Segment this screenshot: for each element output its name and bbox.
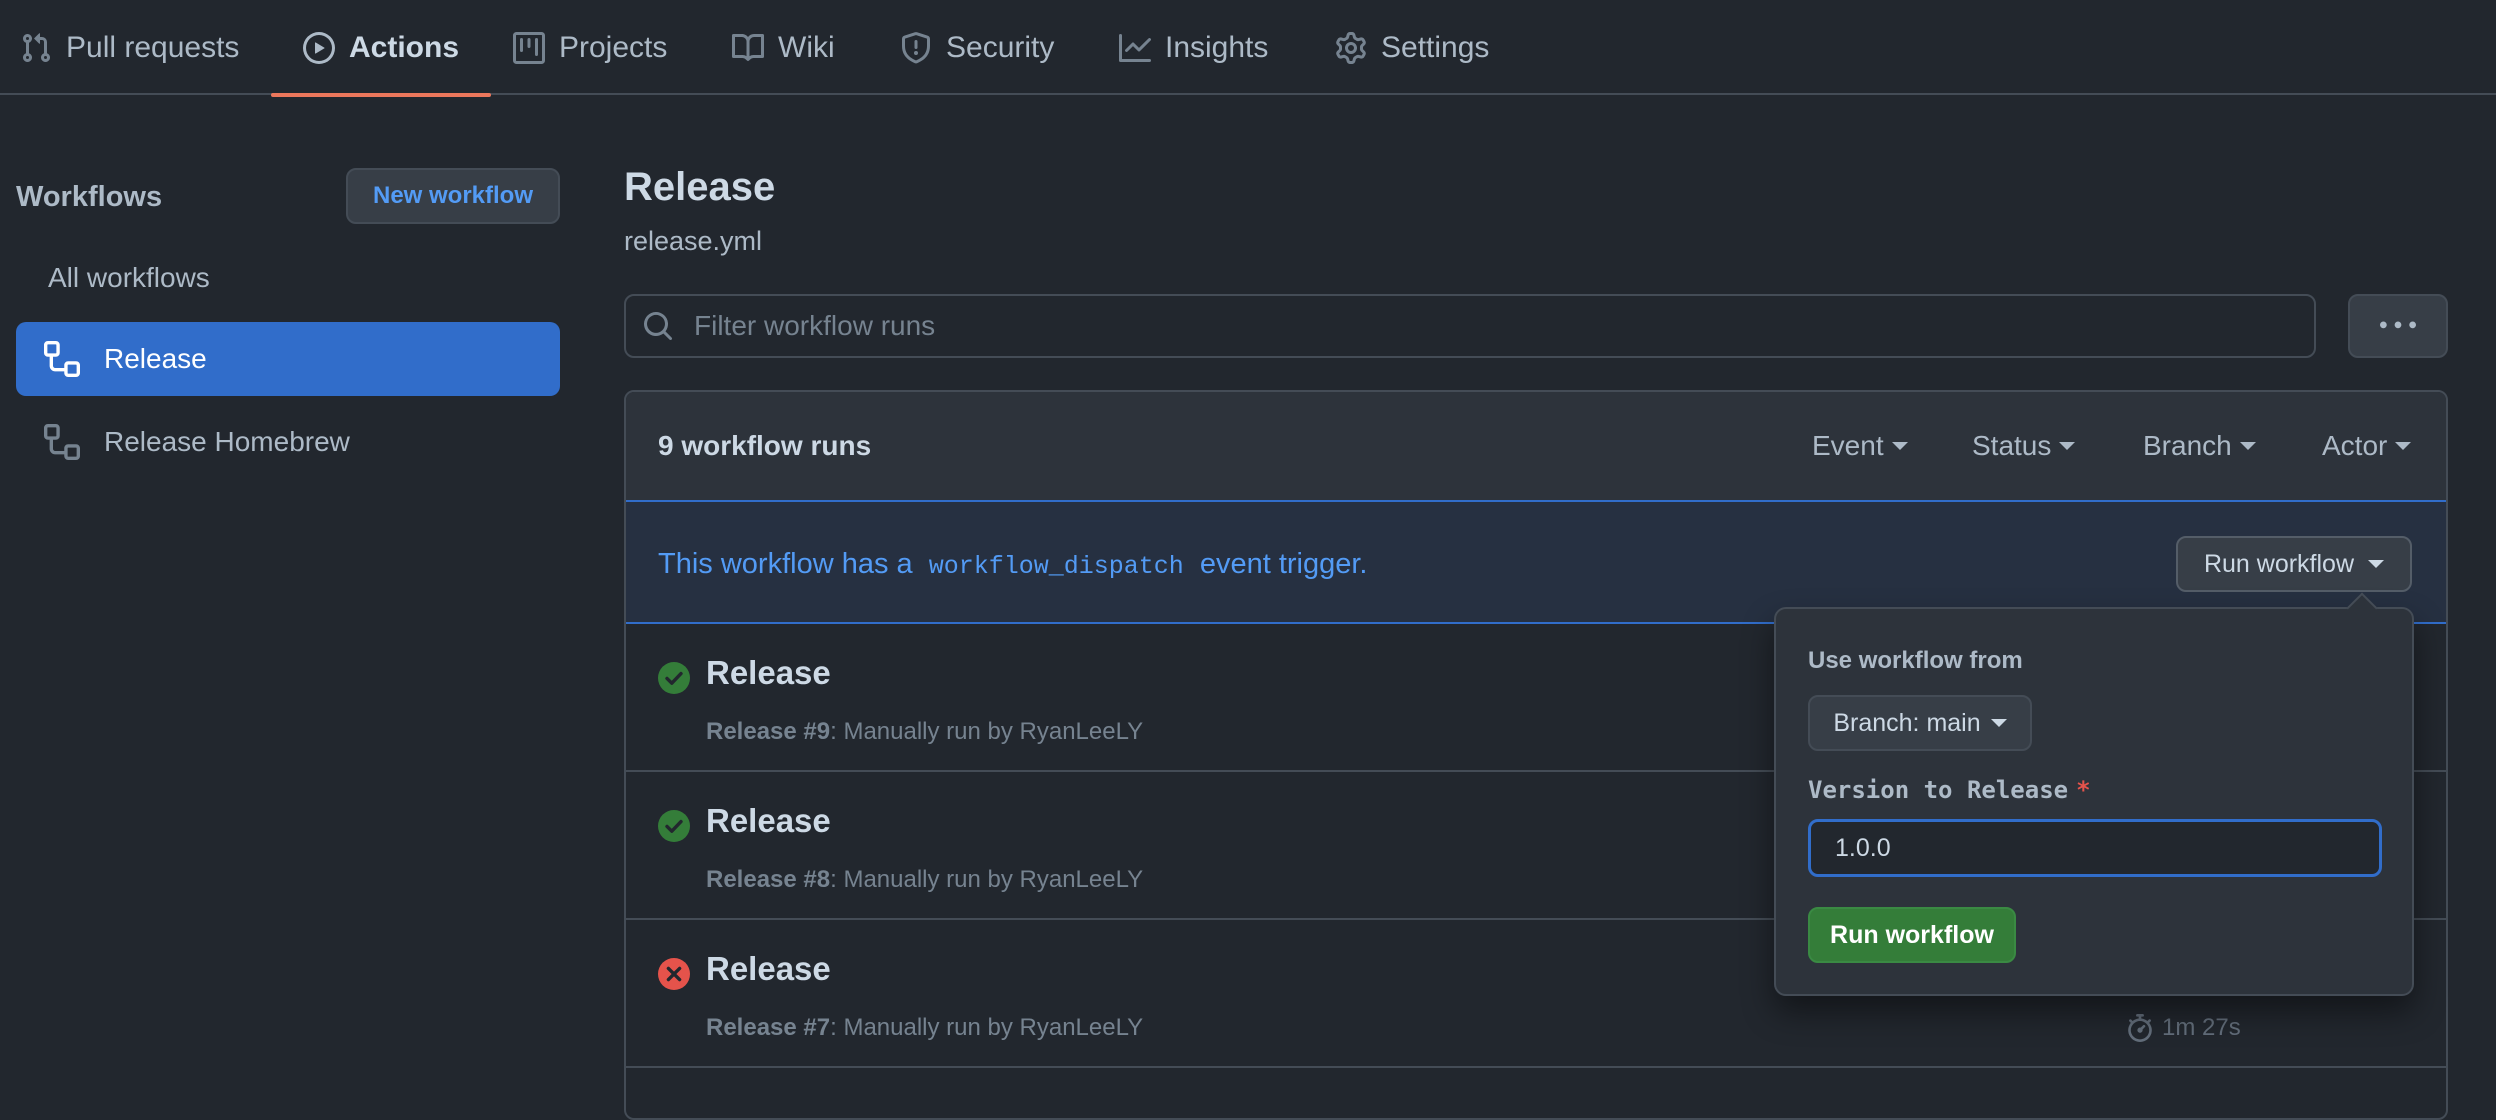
stopwatch-icon xyxy=(2128,1014,2152,1042)
tab-pull-requests[interactable]: Pull requests xyxy=(20,0,239,95)
runs-count: 9 workflow runs xyxy=(658,430,872,461)
workflow-icon xyxy=(44,424,80,460)
filter-label: Branch xyxy=(2143,430,2232,461)
workflows-heading: Workflows xyxy=(16,181,163,213)
kebab-horizontal-icon xyxy=(2380,321,2416,329)
tab-security[interactable]: Security xyxy=(900,0,1054,95)
page-title: Release xyxy=(624,165,776,209)
filter-input[interactable] xyxy=(692,309,2276,343)
button-label: Run workflow xyxy=(2203,549,2355,578)
run-workflow-submit-button[interactable]: Run workflow xyxy=(1808,907,2016,963)
graph-icon xyxy=(1119,33,1151,62)
run-number: Release #8 xyxy=(706,866,831,893)
status-filter[interactable]: Status xyxy=(1972,430,2076,462)
caret-down-icon xyxy=(1891,442,1908,450)
run-subtitle: Release #8: Manually run by RyanLeeLY xyxy=(706,866,1143,894)
more-options-button[interactable] xyxy=(2348,294,2448,358)
workflow-icon xyxy=(44,341,80,377)
duration-text: 1m 27s xyxy=(2162,1014,2241,1041)
filter-label: Actor xyxy=(2322,430,2388,461)
x-circle-icon xyxy=(658,958,690,990)
button-label: Branch: main xyxy=(1833,708,1981,737)
search-icon xyxy=(644,312,673,341)
tab-label: Pull requests xyxy=(66,30,240,64)
check-circle-icon xyxy=(658,810,690,842)
dispatch-code: workflow_dispatch xyxy=(928,552,1184,581)
run-subtitle: Release #7: Manually run by RyanLeeLY xyxy=(706,1014,1143,1042)
sidebar-item-release[interactable]: Release xyxy=(16,322,560,396)
play-icon xyxy=(303,31,335,64)
run-detail: : Manually run by RyanLeeLY xyxy=(830,866,1144,893)
dispatch-banner: This workflow has a workflow_dispatch ev… xyxy=(626,500,2446,624)
run-workflow-popover: Use workflow from Branch: main Version t… xyxy=(1774,592,2414,996)
run-number: Release #7 xyxy=(706,1014,831,1041)
version-label-text: Version to Release xyxy=(1808,776,2069,804)
repo-nav: Pull requests Actions Projects Wiki Secu… xyxy=(0,0,2496,97)
caret-down-icon xyxy=(2059,442,2076,450)
sidebar-item-label: All workflows xyxy=(48,262,210,293)
run-subtitle: Release #9: Manually run by RyanLeeLY xyxy=(706,718,1143,746)
run-title[interactable]: Release xyxy=(706,654,831,692)
run-detail: : Manually run by RyanLeeLY xyxy=(830,718,1144,745)
dispatch-prefix: This workflow has a xyxy=(658,548,913,580)
caret-down-icon xyxy=(1990,719,2007,727)
branch-select-button[interactable]: Branch: main xyxy=(1808,695,2032,751)
sidebar-item-label: Release Homebrew xyxy=(104,426,350,457)
tab-insights[interactable]: Insights xyxy=(1119,0,1268,95)
filter-label: Status xyxy=(1972,430,2052,461)
run-detail: : Manually run by RyanLeeLY xyxy=(830,1014,1144,1041)
run-duration: 1m 27s xyxy=(2126,1014,2241,1042)
version-input[interactable] xyxy=(1808,819,2382,877)
tab-label: Insights xyxy=(1165,30,1269,64)
event-filter[interactable]: Event xyxy=(1812,430,1908,462)
workflow-file-link[interactable]: release.yml xyxy=(624,226,762,257)
new-workflow-button[interactable]: New workflow xyxy=(346,168,560,224)
required-mark: * xyxy=(2076,776,2091,804)
branch-filter[interactable]: Branch xyxy=(2143,430,2256,462)
dispatch-message: This workflow has a workflow_dispatch ev… xyxy=(658,548,1367,581)
run-number: Release #9 xyxy=(706,718,831,745)
tab-label: Wiki xyxy=(778,30,835,64)
tab-settings[interactable]: Settings xyxy=(1335,0,1489,95)
gear-icon xyxy=(1336,31,1366,64)
tab-actions[interactable]: Actions xyxy=(270,0,492,97)
runs-header: 9 workflow runs Event Status Branch Acto… xyxy=(626,392,2446,500)
filter-workflow-runs xyxy=(624,294,2316,358)
tab-label: Settings xyxy=(1381,30,1490,64)
sidebar-item-all-workflows[interactable]: All workflows xyxy=(16,241,560,315)
tab-label: Security xyxy=(946,30,1055,64)
project-board-icon xyxy=(513,31,545,64)
run-workflow-dropdown-button[interactable]: Run workflow xyxy=(2176,536,2412,592)
run-title[interactable]: Release xyxy=(706,802,831,840)
dispatch-suffix: event trigger. xyxy=(1199,548,1368,580)
tab-wiki[interactable]: Wiki xyxy=(732,0,835,95)
version-label: Version to Release * xyxy=(1808,776,2091,804)
caret-down-icon xyxy=(2368,560,2385,568)
tab-label: Actions xyxy=(349,30,460,64)
actor-filter[interactable]: Actor xyxy=(2322,430,2412,462)
check-circle-icon xyxy=(658,662,690,694)
book-icon xyxy=(732,33,764,61)
use-workflow-from-label: Use workflow from xyxy=(1808,647,2023,674)
caret-down-icon xyxy=(2239,442,2256,450)
git-pull-request-icon xyxy=(22,32,51,62)
run-title[interactable]: Release xyxy=(706,950,831,988)
caret-down-icon xyxy=(2395,442,2412,450)
tab-projects[interactable]: Projects xyxy=(513,0,667,95)
sidebar-item-label: Release xyxy=(104,343,207,374)
sidebar-item-release-homebrew[interactable]: Release Homebrew xyxy=(16,405,560,479)
shield-icon xyxy=(902,31,930,63)
filter-label: Event xyxy=(1812,430,1884,461)
tab-label: Projects xyxy=(559,30,668,64)
